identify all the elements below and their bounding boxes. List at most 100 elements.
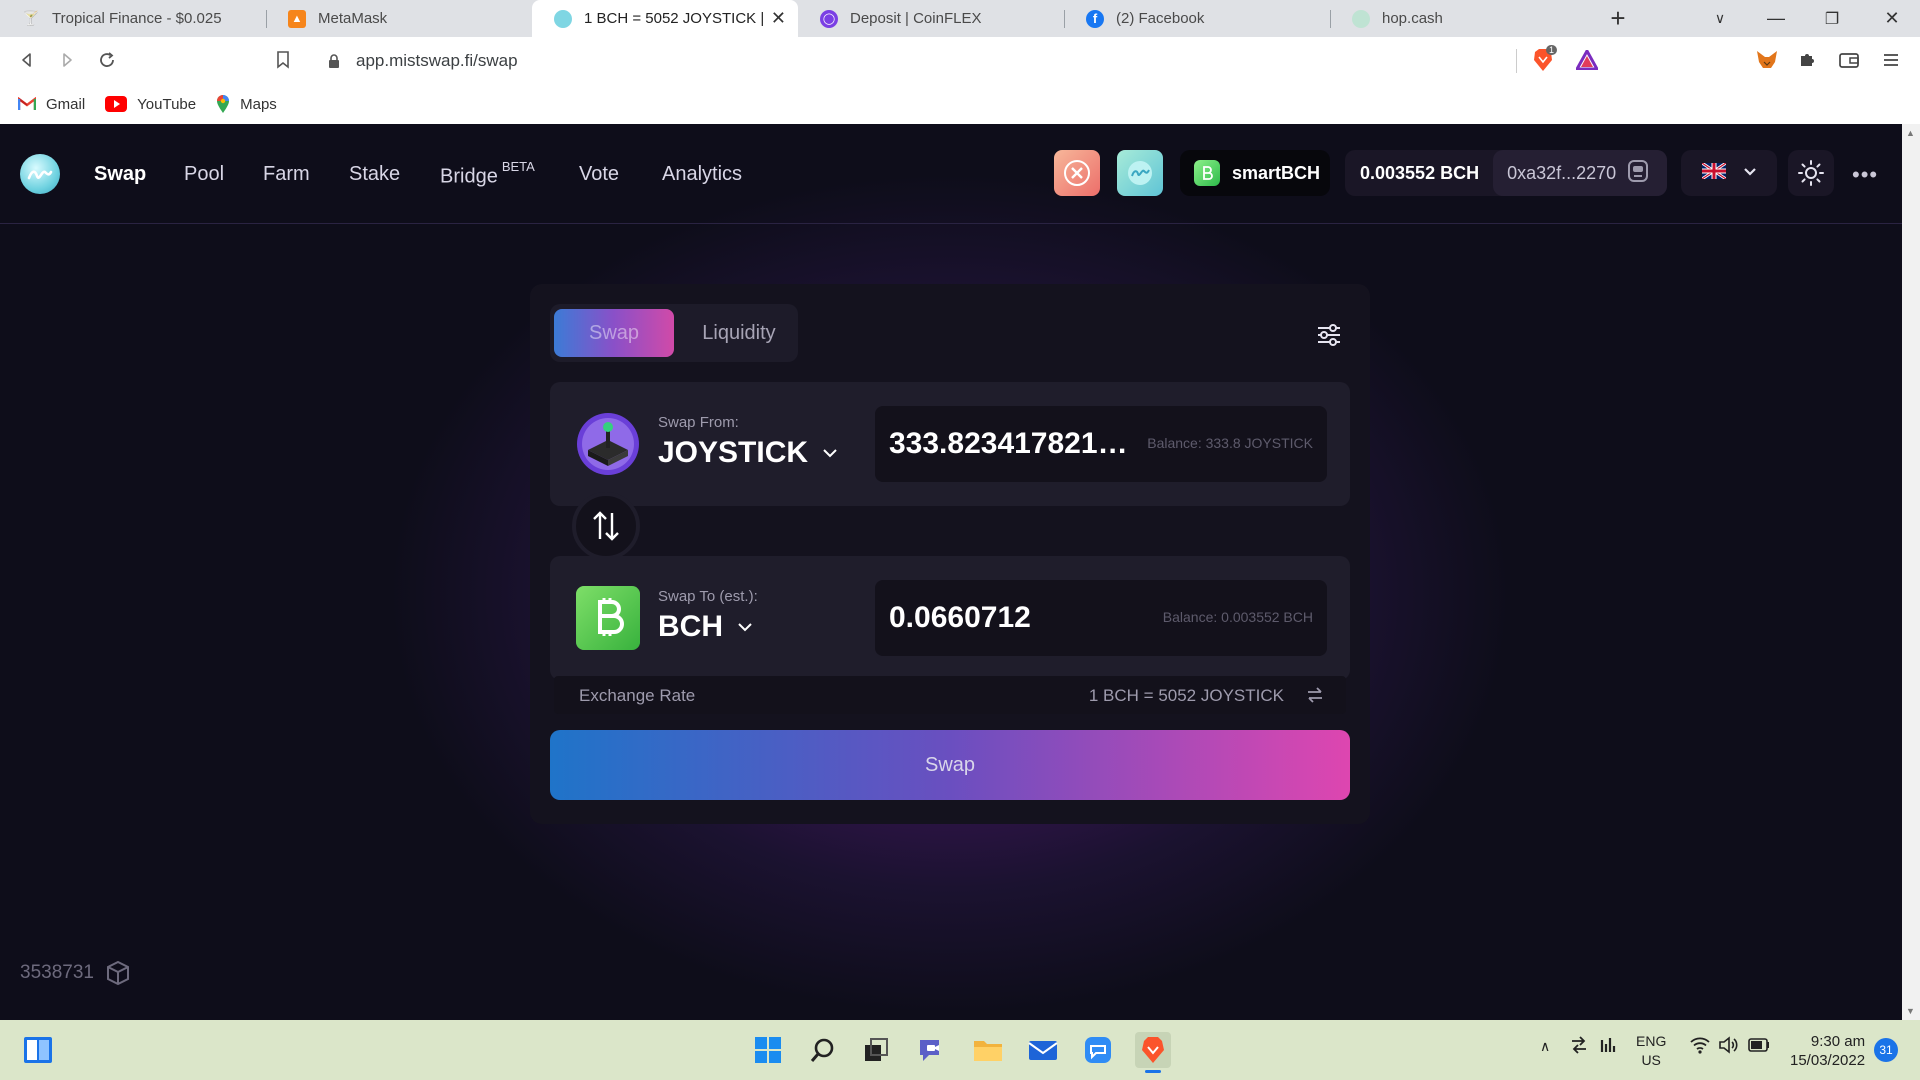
browser-menu-button[interactable] xyxy=(1876,45,1906,75)
mail-icon xyxy=(1028,1041,1058,1060)
language-selector[interactable] xyxy=(1681,150,1777,196)
bookmark-maps[interactable]: Maps xyxy=(216,94,277,114)
bookmark-youtube[interactable]: YouTube xyxy=(105,96,196,113)
metamask-extension-button[interactable] xyxy=(1752,45,1782,75)
mistswap-icon xyxy=(554,9,572,28)
bookmark-label: Maps xyxy=(240,95,277,113)
browser-tab-tropical-finance[interactable]: 🍸 Tropical Finance - $0.025 xyxy=(0,0,266,37)
add-token-button[interactable] xyxy=(1054,150,1100,196)
bookmark-button[interactable] xyxy=(268,45,298,75)
nav-vote[interactable]: Vote xyxy=(579,163,619,186)
start-widget-button[interactable] xyxy=(20,1032,56,1068)
wallet-avatar-icon xyxy=(1628,159,1649,187)
swap-submit-button[interactable]: Swap xyxy=(550,730,1350,800)
beta-badge: BETA xyxy=(501,159,535,174)
back-button[interactable] xyxy=(12,45,42,75)
facebook-icon: f xyxy=(1086,9,1104,28)
forward-button[interactable] xyxy=(52,45,82,75)
new-tab-button[interactable]: + xyxy=(1596,0,1640,37)
scroll-down-icon[interactable]: ▼ xyxy=(1906,1006,1915,1016)
browser-tab-hopcash[interactable]: hop.cash xyxy=(1330,0,1596,37)
brave-browser-button[interactable] xyxy=(1135,1032,1171,1073)
puzzle-icon xyxy=(1801,54,1814,66)
to-balance: Balance: 0.003552 BCH xyxy=(1162,609,1313,625)
tab-swap[interactable]: Swap xyxy=(554,309,674,357)
youtube-icon xyxy=(105,96,128,112)
start-button[interactable] xyxy=(750,1032,786,1068)
to-token-selector[interactable]: BCH xyxy=(658,610,753,644)
settings-sliders-icon xyxy=(1318,324,1340,346)
rewards-triangle-icon xyxy=(1576,50,1598,70)
nav-bridge[interactable]: Bridge BETA xyxy=(440,159,535,189)
scroll-up-icon[interactable]: ▲ xyxy=(1906,128,1915,138)
task-view-button[interactable] xyxy=(858,1032,894,1068)
address-bar-divider xyxy=(1516,49,1517,73)
page-scrollbar[interactable]: ▲ ▼ xyxy=(1902,124,1920,1020)
search-icon xyxy=(810,1038,834,1062)
mist-token-button[interactable] xyxy=(1117,150,1163,196)
metamask-fox-icon xyxy=(1757,51,1777,68)
hop-icon xyxy=(1352,9,1370,28)
close-tab-icon[interactable]: ✕ xyxy=(771,8,786,29)
nav-farm[interactable]: Farm xyxy=(263,163,310,186)
to-amount-input[interactable] xyxy=(889,600,1129,636)
system-clock[interactable]: 9:30 am 15/03/2022 xyxy=(1790,1032,1865,1070)
nav-stake[interactable]: Stake xyxy=(349,163,400,186)
volume-icon[interactable] xyxy=(1718,1036,1738,1057)
region-code: US xyxy=(1641,1052,1661,1068)
tab-liquidity[interactable]: Liquidity xyxy=(685,309,793,357)
bch-token-icon xyxy=(576,586,640,650)
reload-button[interactable] xyxy=(92,45,122,75)
minimize-button[interactable]: — xyxy=(1748,0,1804,37)
mistswap-logo[interactable] xyxy=(20,154,60,194)
input-language-indicator[interactable]: ENG US xyxy=(1636,1032,1666,1070)
bookmark-label: YouTube xyxy=(137,95,197,113)
mail-button[interactable] xyxy=(1025,1032,1061,1068)
network-name: smartBCH xyxy=(1232,162,1321,183)
theme-toggle-button[interactable] xyxy=(1788,150,1834,196)
nav-pool[interactable]: Pool xyxy=(184,163,224,186)
extensions-button[interactable] xyxy=(1792,45,1822,75)
notification-count-badge[interactable]: 31 xyxy=(1874,1038,1898,1062)
slippage-settings-button[interactable] xyxy=(1314,320,1344,350)
browser-tab-metamask[interactable]: ▲ MetaMask xyxy=(266,0,532,37)
browser-tab-coinflex[interactable]: ◯ Deposit | CoinFLEX xyxy=(798,0,1064,37)
switch-direction-button[interactable] xyxy=(572,492,640,560)
nav-swap[interactable]: Swap xyxy=(94,163,146,186)
chevron-down-icon xyxy=(737,622,753,632)
from-token-selector[interactable]: JOYSTICK xyxy=(658,436,838,470)
restore-button[interactable]: ❐ xyxy=(1804,0,1860,37)
nav-analytics[interactable]: Analytics xyxy=(662,163,742,186)
account-widget[interactable]: 0.003552 BCH 0xa32f...2270 xyxy=(1345,150,1667,196)
browser-toolbar: app.mistswap.fi/swap 1 xyxy=(0,37,1920,84)
browser-tab-facebook[interactable]: f (2) Facebook xyxy=(1064,0,1330,37)
maps-pin-icon xyxy=(216,94,230,114)
block-number: 3538731 xyxy=(20,962,94,983)
file-explorer-button[interactable] xyxy=(970,1032,1006,1068)
account-address-button[interactable]: 0xa32f...2270 xyxy=(1493,150,1667,196)
stats-icon[interactable] xyxy=(1600,1036,1618,1057)
from-amount-input[interactable] xyxy=(889,426,1129,462)
network-selector[interactable]: smartBCH xyxy=(1180,150,1330,196)
invert-rate-icon[interactable] xyxy=(1306,686,1324,709)
battery-icon[interactable] xyxy=(1748,1038,1770,1055)
teams-chat-button[interactable] xyxy=(914,1032,950,1068)
wifi-icon[interactable] xyxy=(1690,1036,1710,1057)
address-bar[interactable]: app.mistswap.fi/swap xyxy=(312,42,1608,79)
network-transfer-icon[interactable] xyxy=(1570,1036,1588,1057)
wallet-button[interactable] xyxy=(1834,45,1864,75)
taskbar-search-button[interactable] xyxy=(805,1032,841,1068)
reload-icon xyxy=(100,52,114,67)
brave-rewards-button[interactable] xyxy=(1572,45,1602,75)
tab-search-chevron-icon[interactable]: ∨ xyxy=(1692,0,1748,37)
close-window-button[interactable]: ✕ xyxy=(1864,0,1920,37)
browser-tab-mistswap[interactable]: 1 BCH = 5052 JOYSTICK | Mi ✕ xyxy=(532,0,798,37)
messenger-button[interactable] xyxy=(1080,1032,1116,1068)
bookmark-gmail[interactable]: Gmail xyxy=(18,96,85,113)
active-app-indicator xyxy=(1145,1070,1161,1073)
brave-shields-button[interactable]: 1 xyxy=(1528,45,1558,75)
more-menu-icon[interactable]: ••• xyxy=(1852,162,1878,188)
bookmark-label: Gmail xyxy=(46,95,86,113)
show-hidden-icons-button[interactable]: ∧ xyxy=(1540,1038,1550,1055)
top-navigation: Swap Pool Farm Stake Bridge BETA Vote Ana… xyxy=(0,124,1902,224)
